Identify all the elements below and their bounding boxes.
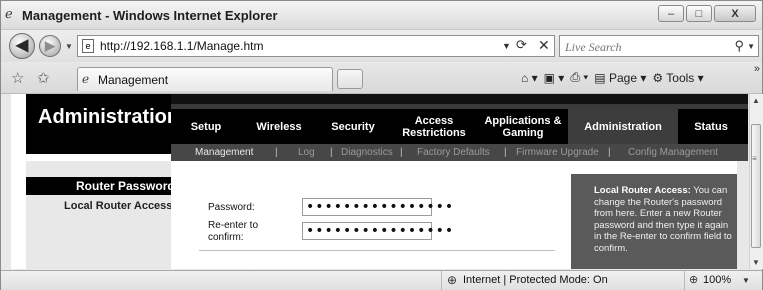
right-edge xyxy=(737,161,748,269)
form-divider xyxy=(199,250,555,251)
vertical-scrollbar[interactable]: ▲ ≡ ▼ xyxy=(749,94,763,269)
tab-page-icon: ℯ xyxy=(82,72,90,86)
tab-management[interactable]: ℯ Management xyxy=(77,67,333,91)
menu-access-restrictions[interactable]: Access Restrictions xyxy=(399,109,469,144)
minimize-button[interactable]: – xyxy=(658,5,684,22)
search-dropdown-icon[interactable]: ▼ xyxy=(747,42,755,51)
tab-label: Management xyxy=(98,73,169,87)
menu-setup[interactable]: Setup xyxy=(181,109,231,144)
zoom-icon: ⊕ xyxy=(689,274,699,286)
address-bar[interactable]: e http://192.168.1.1/Manage.htm ▼ ⟳ ✕ xyxy=(77,35,555,57)
recent-pages-dropdown-icon[interactable]: ▼ xyxy=(65,42,73,51)
ie-logo-icon: ℯ xyxy=(5,6,13,21)
help-heading: Local Router Access: xyxy=(594,185,691,196)
search-icon[interactable]: ⚲ xyxy=(734,38,744,54)
submenu-separator: | xyxy=(275,147,278,158)
section-title: Administration xyxy=(38,106,180,128)
submenu-separator: | xyxy=(608,147,611,158)
tab-row: ☆ ✩ ℯ Management ⌂ ▾ ▣ ▾ ⎙ ▾ ▤ Page ▾ ⚙ … xyxy=(1,63,762,94)
back-icon: ◀ xyxy=(15,37,29,54)
browser-window: ℯ Management - Windows Internet Explorer… xyxy=(0,0,763,290)
forward-icon: ▶ xyxy=(45,38,55,53)
address-dropdown-icon[interactable]: ▼ xyxy=(502,41,511,51)
feeds-icon[interactable]: ▣ ▾ xyxy=(544,71,565,85)
submenu-log[interactable]: Log xyxy=(298,147,315,158)
close-button[interactable]: X xyxy=(714,5,756,22)
zoom-level[interactable]: 100% xyxy=(703,274,731,286)
menu-wireless[interactable]: Wireless xyxy=(249,109,309,144)
chevron-more-icon[interactable]: » xyxy=(754,63,760,75)
search-box[interactable]: ⚲ ▼ xyxy=(559,35,759,57)
security-zone[interactable]: Internet | Protected Mode: On xyxy=(463,274,608,286)
scroll-thumb[interactable] xyxy=(751,124,761,248)
submenu-firmware-upgrade[interactable]: Firmware Upgrade xyxy=(516,147,599,158)
menu-applications-gaming[interactable]: Applications & Gaming xyxy=(483,109,563,144)
page-menu-icon: ▤ xyxy=(594,70,606,85)
refresh-icon[interactable]: ⟳ xyxy=(516,37,527,53)
status-divider xyxy=(441,271,442,290)
page-icon: e xyxy=(82,39,94,53)
scroll-down-icon[interactable]: ▼ xyxy=(752,258,760,267)
submenu-separator: | xyxy=(330,147,333,158)
submenu-separator: | xyxy=(504,147,507,158)
address-url[interactable]: http://192.168.1.1/Manage.htm xyxy=(100,39,263,53)
menu-status[interactable]: Status xyxy=(681,109,741,144)
sidebar-item-local-router-access: Local Router Access xyxy=(64,200,173,212)
command-bar: ⌂ ▾ ▣ ▾ ⎙ ▾ ▤ Page ▾ ⚙ Tools ▾ xyxy=(521,70,710,85)
help-text: Local Router Access: You can change the … xyxy=(594,185,734,254)
submenu-management[interactable]: Management xyxy=(195,147,253,158)
reenter-label-line1: Re-enter to xyxy=(208,220,259,231)
menu-security[interactable]: Security xyxy=(325,109,381,144)
reenter-label-line2: confirm: xyxy=(208,232,244,243)
window-title: Management - Windows Internet Explorer xyxy=(22,8,278,23)
scroll-grip-icon: ≡ xyxy=(752,154,757,163)
home-icon[interactable]: ⌂ ▾ xyxy=(521,71,538,85)
add-favorites-icon[interactable]: ✩ xyxy=(37,69,50,87)
header-strip xyxy=(171,94,748,104)
status-divider xyxy=(684,271,685,290)
menu-administration[interactable]: Administration xyxy=(568,109,678,144)
page-menu-button[interactable]: ▤ Page ▾ xyxy=(594,71,646,85)
print-icon[interactable]: ⎙ ▾ xyxy=(570,70,588,85)
zoom-dropdown-icon[interactable]: ▼ xyxy=(742,276,750,285)
submenu-separator: | xyxy=(400,147,403,158)
title-bar: ℯ Management - Windows Internet Explorer… xyxy=(1,1,762,30)
tools-gear-icon: ⚙ xyxy=(652,70,664,85)
password-field[interactable]: •••••••••••••••• xyxy=(302,198,453,216)
favorites-star-icon[interactable]: ☆ xyxy=(11,69,24,87)
submenu-diagnostics[interactable]: Diagnostics xyxy=(341,147,393,158)
forward-button[interactable]: ▶ xyxy=(39,35,61,57)
submenu-config-management[interactable]: Config Management xyxy=(628,147,718,158)
new-tab-button[interactable] xyxy=(337,69,363,89)
address-row: ◀ ▶ ▼ e http://192.168.1.1/Manage.htm ▼ … xyxy=(1,30,762,62)
content-gap xyxy=(555,161,571,269)
scroll-up-icon[interactable]: ▲ xyxy=(752,96,760,105)
page-content: Administration Setup Wireless Security A… xyxy=(11,94,748,269)
tools-menu-button[interactable]: ⚙ Tools ▾ xyxy=(652,71,703,85)
submenu-factory-defaults[interactable]: Factory Defaults xyxy=(417,147,490,158)
search-input[interactable] xyxy=(563,38,727,56)
stop-icon[interactable]: ✕ xyxy=(538,37,550,54)
maximize-button[interactable]: □ xyxy=(686,5,712,22)
back-button[interactable]: ◀ xyxy=(9,33,35,59)
window-controls: – □ X xyxy=(658,5,756,22)
globe-icon: ⊕ xyxy=(447,273,458,287)
status-bar: ⊕ Internet | Protected Mode: On ⊕ 100% ▼ xyxy=(1,270,762,290)
sidebar-heading: Router Password xyxy=(76,179,175,193)
reenter-password-field[interactable]: •••••••••••••••• xyxy=(302,222,453,240)
password-label: Password: xyxy=(208,202,255,213)
